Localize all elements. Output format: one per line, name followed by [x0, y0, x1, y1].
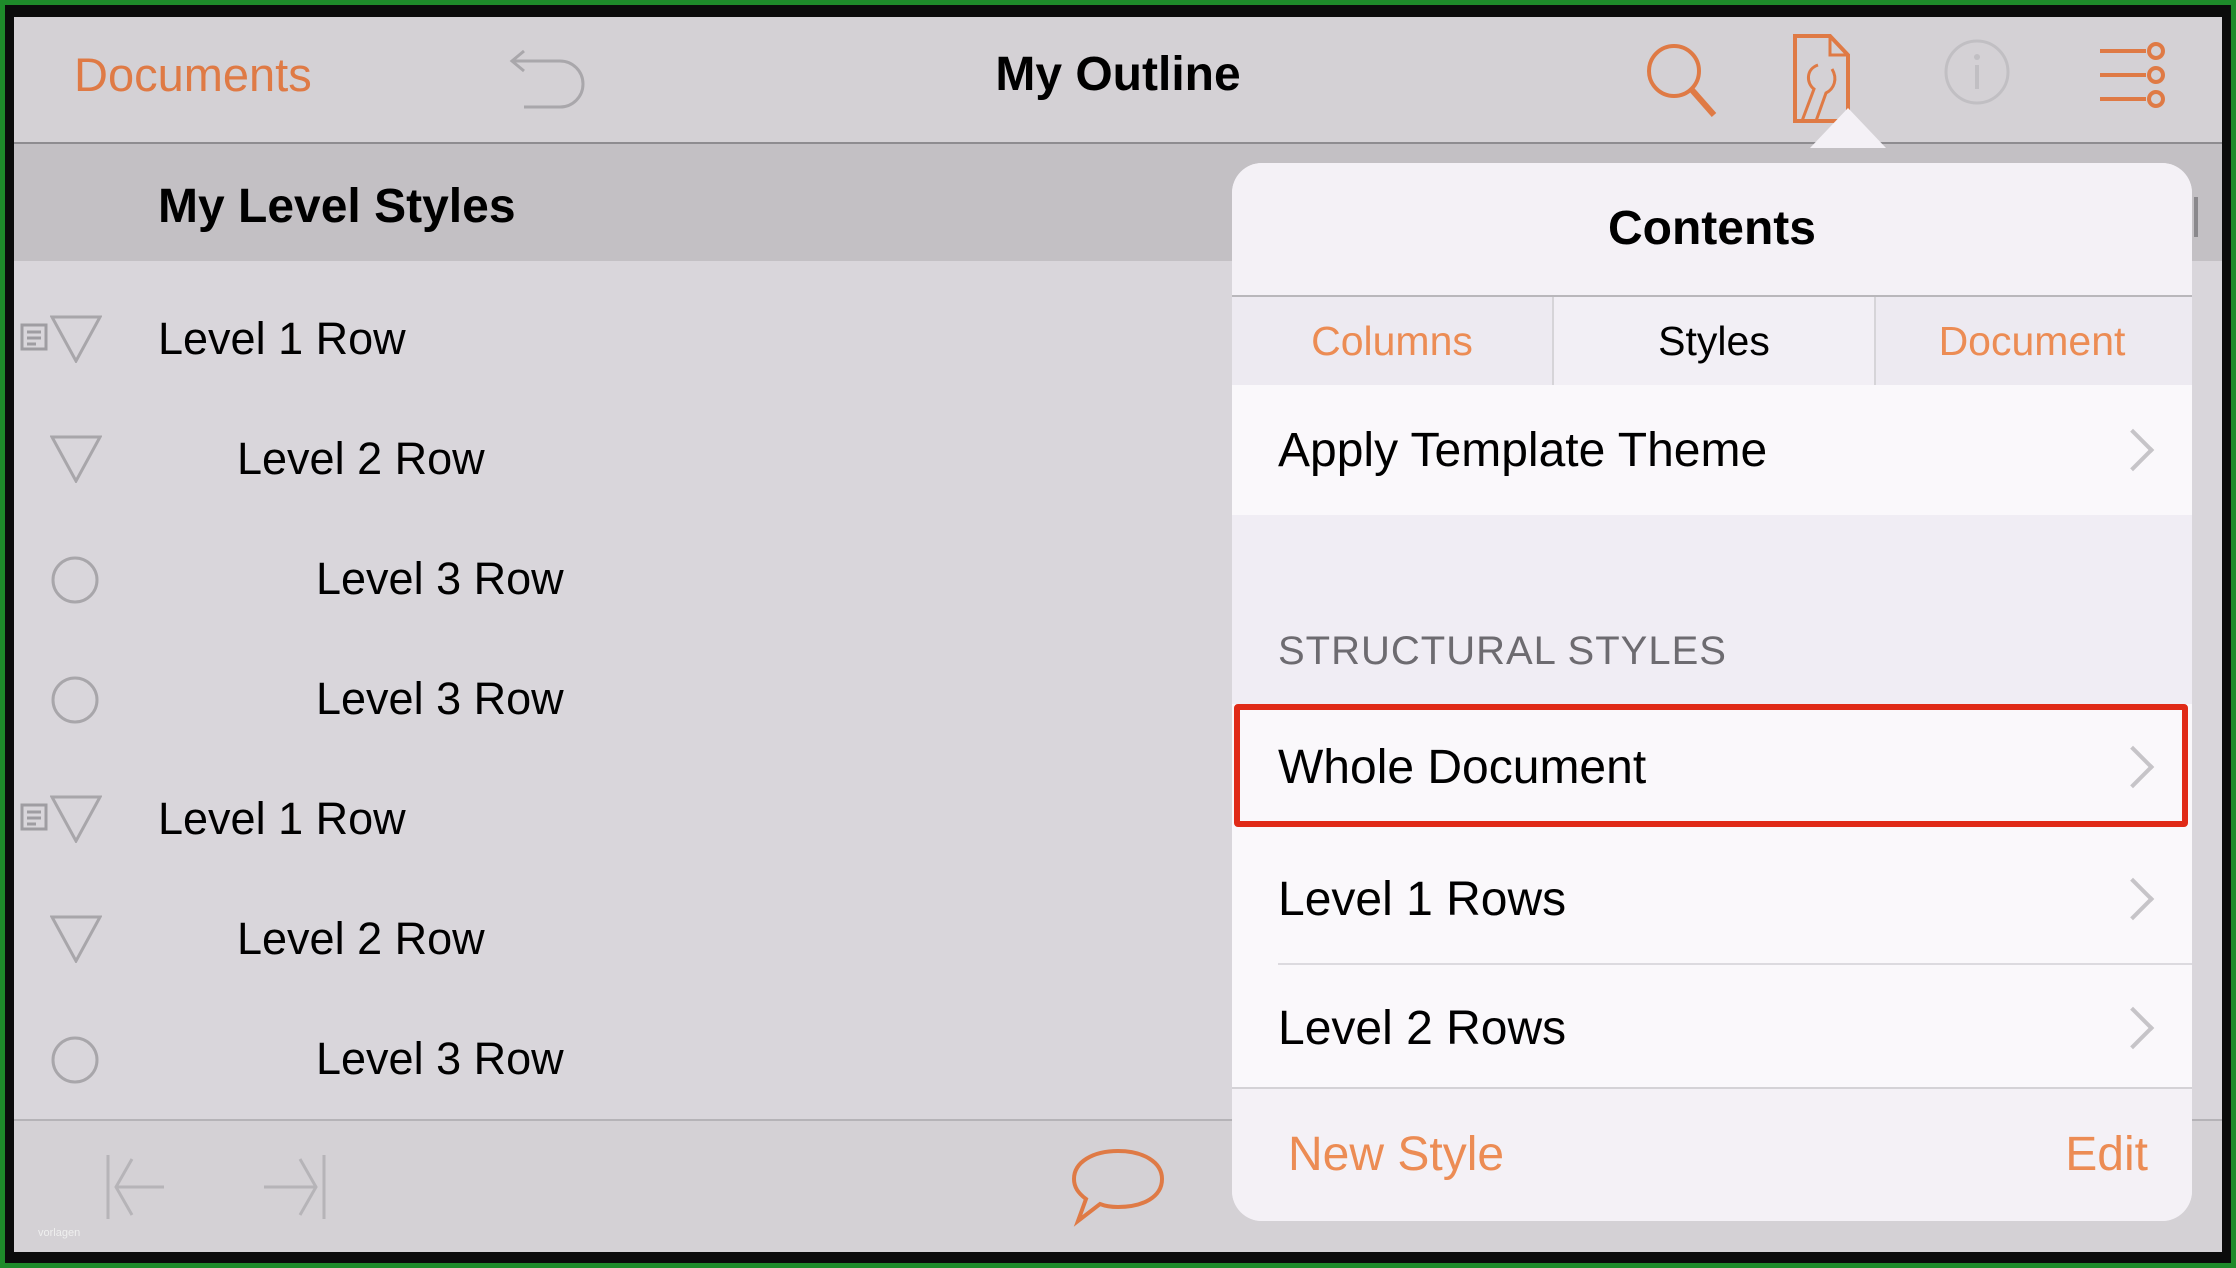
highlight-annotation-box [1234, 704, 2188, 827]
row-label[interactable]: Level 1 Row [158, 279, 406, 399]
style-item-level-2-rows[interactable]: Level 2 Rows [1232, 965, 2192, 1087]
tab-columns[interactable]: Columns [1232, 297, 1552, 385]
structural-styles-header: STRUCTURAL STYLES [1278, 629, 1727, 673]
outline-row[interactable]: Level 3 Row [14, 999, 1234, 1119]
outline-row[interactable]: Level 2 Row [14, 399, 1234, 519]
edit-button[interactable]: Edit [2065, 1127, 2148, 1182]
popover-header: Contents [1232, 163, 2192, 297]
row-handle-circle-icon[interactable] [50, 675, 100, 730]
view-options-icon[interactable] [2098, 39, 2170, 111]
scroll-indicator[interactable] [2194, 197, 2198, 237]
chevron-right-icon [2111, 1006, 2155, 1050]
disclosure-triangle-icon[interactable] [49, 915, 103, 968]
note-icon[interactable] [20, 323, 48, 356]
popover-title: Contents [1608, 202, 1816, 255]
outline-row[interactable]: Level 1 Row [14, 759, 1234, 879]
outline-header-title: My Level Styles [158, 180, 516, 233]
document-title: My Outline [995, 48, 1241, 101]
note-bubble-icon[interactable] [1068, 1147, 1168, 1232]
outline-row[interactable]: Level 3 Row [14, 639, 1234, 759]
style-item-label: Level 1 Rows [1278, 873, 1567, 926]
indent-icon[interactable] [258, 1153, 338, 1226]
row-label[interactable]: Level 2 Row [237, 399, 485, 519]
outline-row[interactable]: Level 1 Row [14, 279, 1234, 399]
style-item-level-1-rows[interactable]: Level 1 Rows [1232, 830, 2192, 965]
apply-template-theme-label: Apply Template Theme [1278, 424, 1768, 477]
row-label[interactable]: Level 3 Row [316, 999, 564, 1119]
popover-footer: New Style Edit [1232, 1087, 2192, 1221]
outline-row[interactable]: Level 2 Row [14, 879, 1234, 999]
row-label[interactable]: Level 3 Row [316, 519, 564, 639]
row-handle-circle-icon[interactable] [50, 1035, 100, 1090]
style-item-label: Level 2 Rows [1278, 1002, 1567, 1055]
note-icon[interactable] [20, 803, 48, 836]
row-label[interactable]: Level 3 Row [316, 639, 564, 759]
chevron-right-icon [2111, 877, 2155, 921]
row-label[interactable]: Level 1 Row [158, 759, 406, 879]
apply-template-theme-item[interactable]: Apply Template Theme [1232, 385, 2192, 515]
segmented-tabs: Columns Styles Document [1232, 297, 2192, 385]
row-label[interactable]: Level 2 Row [237, 879, 485, 999]
outdent-icon[interactable] [104, 1153, 184, 1226]
info-icon[interactable] [1942, 37, 2012, 107]
watermark: vorlagen [38, 1227, 81, 1239]
contents-popover: Contents Columns Styles Document Apply T… [1232, 163, 2192, 1221]
tab-document[interactable]: Document [1872, 297, 2192, 385]
tab-styles[interactable]: Styles [1552, 297, 1876, 385]
popover-arrow [1810, 108, 1886, 148]
disclosure-triangle-icon[interactable] [49, 315, 103, 368]
search-icon[interactable] [1642, 37, 1722, 125]
chevron-right-icon [2111, 428, 2155, 472]
row-handle-circle-icon[interactable] [50, 555, 100, 610]
disclosure-triangle-icon[interactable] [49, 435, 103, 488]
outline-row[interactable]: Level 3 Row [14, 519, 1234, 639]
new-style-button[interactable]: New Style [1288, 1127, 1504, 1182]
navigation-bar: Documents My Outline [14, 17, 2222, 144]
disclosure-triangle-icon[interactable] [49, 795, 103, 848]
